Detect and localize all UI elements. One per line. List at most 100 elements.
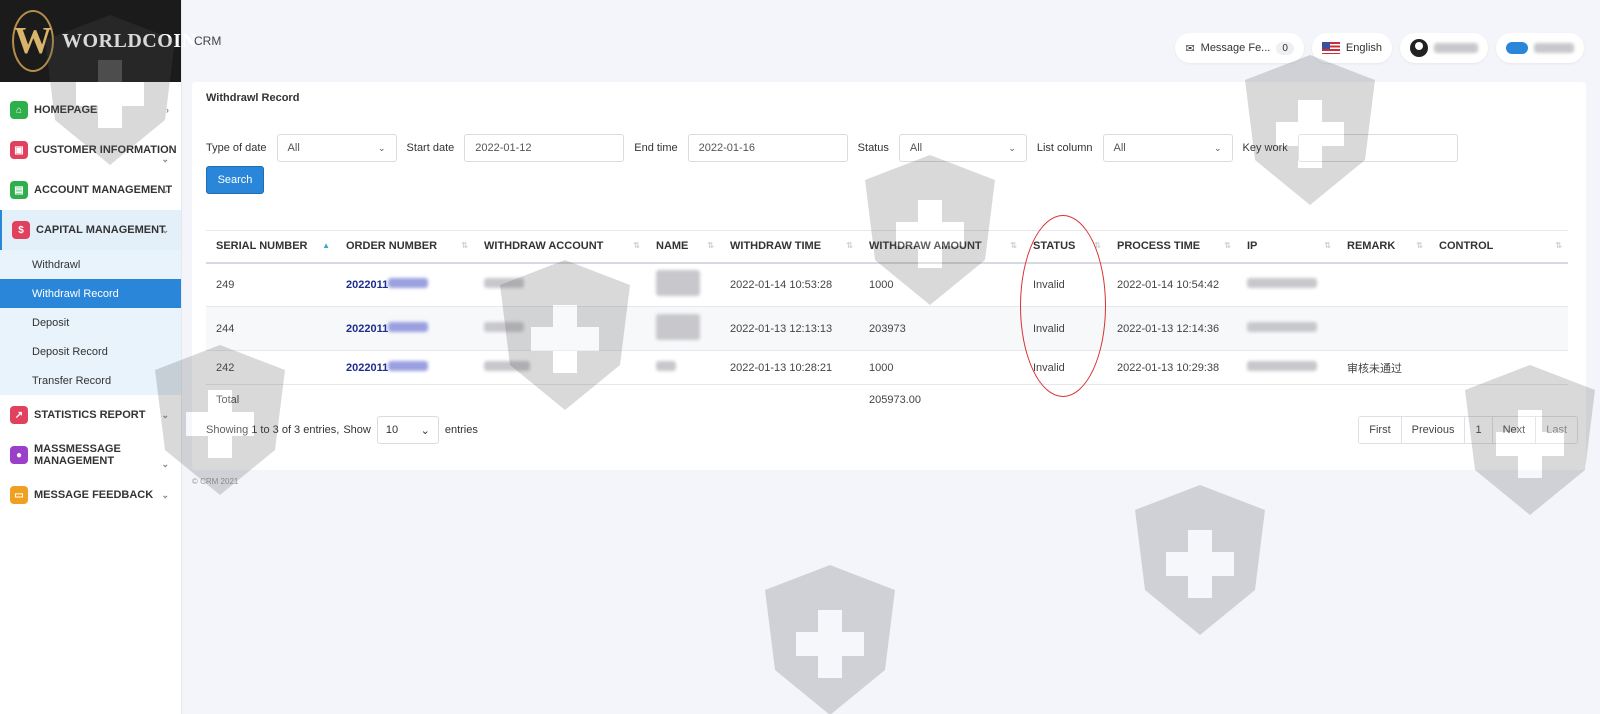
name-cell bbox=[646, 263, 720, 307]
dollar-icon: $ bbox=[12, 221, 30, 239]
chevron-right-icon: › bbox=[166, 105, 169, 115]
sidebar-subitem-transfer-record[interactable]: Transfer Record bbox=[0, 366, 181, 395]
pager-last[interactable]: Last bbox=[1536, 417, 1577, 443]
order-number-cell[interactable]: 2022011 bbox=[336, 351, 474, 385]
sidebar-item-massmessage-management[interactable]: ● MASSMESSAGE MANAGEMENT ⌄ bbox=[0, 435, 181, 475]
sidebar-subitem-withdrawl-record[interactable]: Withdrawl Record bbox=[0, 279, 181, 308]
table-header-row: SERIAL NUMBER ▲ ORDER NUMBER ⇅ WITHDRAW AC… bbox=[206, 230, 1568, 263]
list-column-label: List column bbox=[1036, 142, 1093, 154]
user-menu[interactable] bbox=[1400, 33, 1488, 63]
pager-previous[interactable]: Previous bbox=[1401, 417, 1466, 443]
toggle-icon bbox=[1506, 42, 1528, 54]
message-feedback-button[interactable]: ✉ Message Fe... 0 bbox=[1175, 33, 1304, 63]
account-icon: ▤ bbox=[10, 181, 28, 199]
header-actions: ✉ Message Fe... 0 English bbox=[1175, 33, 1584, 63]
withdrawl-record-panel: Withdrawl Record Type of date All ⌄ Star… bbox=[192, 82, 1586, 470]
pager-first[interactable]: First bbox=[1359, 417, 1402, 443]
order-number: 2022011 bbox=[346, 323, 389, 335]
capital-submenu: Withdrawl Withdrawl Record Deposit Depos… bbox=[0, 250, 181, 395]
col-ip[interactable]: IP ⇅ bbox=[1237, 231, 1337, 263]
sidebar-item-homepage[interactable]: ⌂ HOMEPAGE › bbox=[0, 90, 181, 130]
col-name[interactable]: NAME ⇅ bbox=[646, 231, 720, 263]
col-order-number[interactable]: ORDER NUMBER ⇅ bbox=[336, 231, 474, 263]
remark-cell bbox=[1337, 263, 1429, 307]
chevron-down-icon: ⌄ bbox=[161, 184, 169, 195]
pager-next[interactable]: Next bbox=[1492, 417, 1537, 443]
sidebar-subitem-withdrawl[interactable]: Withdrawl bbox=[0, 250, 181, 279]
account-redacted bbox=[1534, 43, 1574, 53]
serial-cell: 249 bbox=[216, 278, 235, 291]
sidebar-subitem-deposit-record[interactable]: Deposit Record bbox=[0, 337, 181, 366]
column-label: WITHDRAW ACCOUNT bbox=[484, 240, 604, 253]
list-column-select[interactable]: All ⌄ bbox=[1102, 134, 1233, 162]
col-process-time[interactable]: PROCESS TIME ⇅ bbox=[1107, 231, 1237, 263]
column-label: NAME bbox=[656, 240, 689, 253]
column-label: PROCESS TIME bbox=[1117, 240, 1201, 253]
sort-icon: ⇅ bbox=[633, 241, 640, 250]
sidebar-item-statistics-report[interactable]: ↗ STATISTICS REPORT ⌄ bbox=[0, 395, 181, 435]
sort-icon: ⇅ bbox=[1324, 241, 1331, 250]
col-serial-number[interactable]: SERIAL NUMBER ▲ bbox=[206, 231, 336, 263]
message-count-badge: 0 bbox=[1276, 41, 1294, 55]
showing-entries-text: Showing 1 to 3 of 3 entries, bbox=[206, 424, 340, 436]
order-number-cell[interactable]: 2022011 bbox=[336, 263, 474, 307]
chevron-down-icon: ⌄ bbox=[1008, 142, 1016, 153]
start-date-label: Start date bbox=[406, 142, 455, 154]
account-toggle[interactable] bbox=[1496, 33, 1584, 63]
total-row: Total 205973.00 bbox=[206, 385, 1568, 415]
status-label: Status bbox=[857, 142, 889, 154]
process-time-cell: 2022-01-14 10:54:42 bbox=[1117, 278, 1220, 291]
sidebar: W WORLDCOIN ⌂ HOMEPAGE › ▣ CUSTOMER INFO… bbox=[0, 0, 196, 714]
sidebar-subitem-deposit[interactable]: Deposit bbox=[0, 308, 181, 337]
type-of-date-select[interactable]: All ⌄ bbox=[276, 134, 397, 162]
chevron-down-icon: ⌄ bbox=[161, 489, 169, 500]
col-withdraw-time[interactable]: WITHDRAW TIME ⇅ bbox=[720, 231, 859, 263]
page-size-select[interactable]: 10 ⌄ bbox=[376, 416, 439, 444]
start-date-input[interactable]: 2022-01-12 bbox=[464, 134, 625, 162]
withdraw-amount-cell: 203973 bbox=[869, 322, 906, 335]
end-time-input[interactable]: 2022-01-16 bbox=[687, 134, 848, 162]
chevron-down-icon: ⌄ bbox=[161, 154, 169, 164]
sidebar-item-customer-information[interactable]: ▣ CUSTOMER INFORMATION ⌄ bbox=[0, 130, 181, 170]
sidebar-item-label: MASSMESSAGE MANAGEMENT bbox=[34, 443, 121, 467]
pagination: First Previous 1 Next Last bbox=[1358, 416, 1578, 444]
sidebar-menu: ⌂ HOMEPAGE › ▣ CUSTOMER INFORMATION ⌄ ▤ … bbox=[0, 82, 181, 515]
status-value: All bbox=[909, 142, 923, 154]
ip-redacted bbox=[1247, 322, 1317, 332]
col-withdraw-account[interactable]: WITHDRAW ACCOUNT ⇅ bbox=[474, 231, 646, 263]
status-select[interactable]: All ⌄ bbox=[898, 134, 1027, 162]
ip-redacted bbox=[1247, 278, 1317, 289]
chevron-down-icon: ⌄ bbox=[420, 424, 430, 437]
type-of-date-value: All bbox=[287, 142, 300, 154]
language-selector[interactable]: English bbox=[1311, 33, 1392, 63]
crm-label: CRM bbox=[194, 34, 222, 48]
withdraw-account-cell bbox=[474, 307, 646, 351]
col-control[interactable]: CONTROL ⇅ bbox=[1429, 231, 1568, 263]
total-label: Total bbox=[216, 393, 240, 406]
pager-page-1[interactable]: 1 bbox=[1465, 417, 1493, 443]
col-remark[interactable]: REMARK ⇅ bbox=[1337, 231, 1429, 263]
sidebar-item-capital-management[interactable]: $ CAPITAL MANAGEMENT ⌄ bbox=[0, 210, 181, 250]
page-title: Withdrawl Record bbox=[206, 92, 300, 104]
key-work-input[interactable] bbox=[1297, 134, 1458, 162]
col-withdraw-amount[interactable]: WITHDRAW AMOUNT ⇅ bbox=[859, 231, 1023, 263]
column-label: CONTROL bbox=[1439, 240, 1494, 253]
order-redacted bbox=[388, 322, 429, 332]
column-label: ORDER NUMBER bbox=[346, 240, 438, 253]
message-feedback-label: Message Fe... bbox=[1200, 42, 1271, 54]
col-status[interactable]: STATUS ⇅ bbox=[1023, 231, 1107, 263]
account-redacted bbox=[484, 322, 524, 332]
order-number-cell[interactable]: 2022011 bbox=[336, 307, 474, 351]
sidebar-item-message-feedback[interactable]: ▭ MESSAGE FEEDBACK ⌄ bbox=[0, 475, 181, 515]
process-time-cell: 2022-01-13 12:14:36 bbox=[1117, 322, 1220, 335]
id-card-icon: ▣ bbox=[10, 141, 28, 159]
column-label: REMARK bbox=[1347, 240, 1396, 253]
sidebar-item-account-management[interactable]: ▤ ACCOUNT MANAGEMENT ⌄ bbox=[0, 170, 181, 210]
account-redacted bbox=[484, 361, 530, 371]
list-column-value: All bbox=[1113, 142, 1126, 154]
chat-icon: ● bbox=[10, 446, 28, 464]
sort-icon: ⇅ bbox=[461, 241, 468, 250]
logo[interactable]: W WORLDCOIN bbox=[0, 0, 196, 82]
type-of-date-label: Type of date bbox=[206, 142, 267, 154]
search-button[interactable]: Search bbox=[206, 166, 264, 194]
